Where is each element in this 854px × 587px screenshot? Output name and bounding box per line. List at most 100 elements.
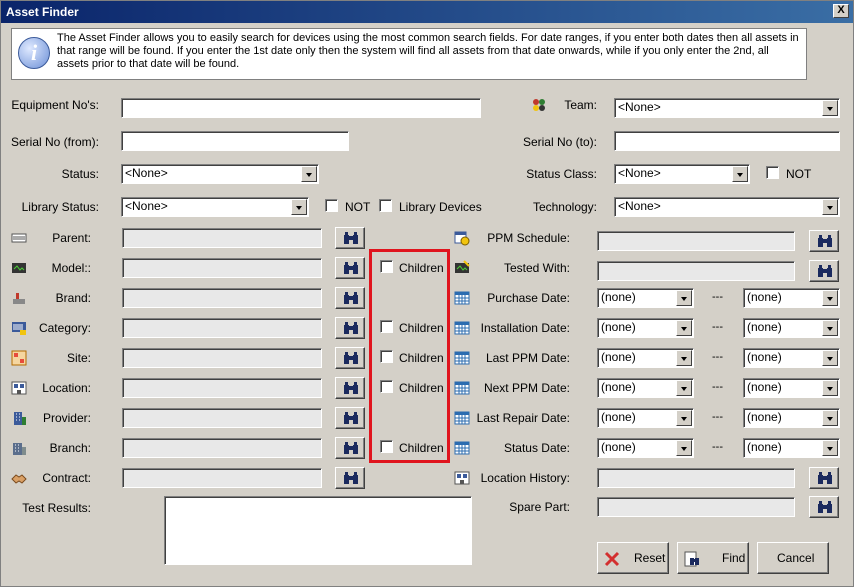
close-button[interactable]: X bbox=[833, 4, 849, 18]
red-x-icon bbox=[604, 551, 620, 567]
site-children-checkbox[interactable] bbox=[380, 350, 393, 363]
chevron-down-icon[interactable] bbox=[822, 350, 838, 366]
team-select[interactable]: <None> bbox=[614, 98, 840, 118]
location-history-icon bbox=[454, 471, 470, 485]
brand-icon bbox=[13, 293, 25, 304]
spare-part-input[interactable] bbox=[597, 497, 795, 517]
provider-icon bbox=[14, 412, 26, 425]
brand-input[interactable] bbox=[122, 288, 322, 308]
status-class-not-label: NOT bbox=[786, 167, 812, 181]
reset-button[interactable]: Reset bbox=[597, 542, 669, 574]
binoculars-icon bbox=[344, 322, 358, 334]
status-date-to[interactable]: (none) bbox=[743, 438, 840, 458]
status-date-from[interactable]: (none) bbox=[597, 438, 694, 458]
model-label: Model:: bbox=[51, 261, 91, 275]
branch-lookup-button[interactable] bbox=[335, 437, 365, 459]
contract-label: Contract: bbox=[42, 471, 91, 485]
chevron-down-icon[interactable] bbox=[822, 100, 838, 116]
contract-lookup-button[interactable] bbox=[335, 467, 365, 489]
purchase-date-from[interactable]: (none) bbox=[597, 288, 694, 308]
chevron-down-icon[interactable] bbox=[822, 440, 838, 456]
library-status-not-checkbox[interactable] bbox=[325, 199, 338, 212]
parent-input[interactable] bbox=[122, 228, 322, 248]
parent-icon bbox=[11, 233, 27, 243]
last-ppm-date-from[interactable]: (none) bbox=[597, 348, 694, 368]
chevron-down-icon[interactable] bbox=[301, 166, 317, 182]
location-children-checkbox[interactable] bbox=[380, 380, 393, 393]
equipment-nos-input[interactable] bbox=[121, 98, 481, 118]
brand-lookup-button[interactable] bbox=[335, 287, 365, 309]
info-icon: i bbox=[18, 37, 50, 69]
test-results-textarea[interactable] bbox=[164, 496, 472, 565]
chevron-down-icon[interactable] bbox=[676, 320, 692, 336]
tested-with-lookup-button[interactable] bbox=[809, 260, 839, 282]
site-lookup-button[interactable] bbox=[335, 347, 365, 369]
tested-with-icon bbox=[455, 260, 470, 273]
test-results-label: Test Results: bbox=[22, 501, 91, 515]
spare-part-lookup-button[interactable] bbox=[809, 496, 839, 518]
category-children-label: Children bbox=[399, 321, 444, 335]
installation-date-from[interactable]: (none) bbox=[597, 318, 694, 338]
provider-lookup-button[interactable] bbox=[335, 407, 365, 429]
model-input[interactable] bbox=[122, 258, 322, 278]
provider-input[interactable] bbox=[122, 408, 322, 428]
chevron-down-icon[interactable] bbox=[676, 350, 692, 366]
technology-select[interactable]: <None> bbox=[614, 197, 840, 217]
library-status-select[interactable]: <None> bbox=[121, 197, 309, 217]
library-devices-checkbox[interactable] bbox=[379, 199, 392, 212]
last-repair-date-to[interactable]: (none) bbox=[743, 408, 840, 428]
category-input[interactable] bbox=[122, 318, 322, 338]
model-lookup-button[interactable] bbox=[335, 257, 365, 279]
chevron-down-icon[interactable] bbox=[822, 290, 838, 306]
binoculars-icon bbox=[344, 232, 358, 244]
chevron-down-icon[interactable] bbox=[822, 199, 838, 215]
category-children-checkbox[interactable] bbox=[380, 320, 393, 333]
status-class-not-checkbox[interactable] bbox=[766, 166, 779, 179]
chevron-down-icon[interactable] bbox=[676, 410, 692, 426]
category-lookup-button[interactable] bbox=[335, 317, 365, 339]
ppm-schedule-input[interactable] bbox=[597, 231, 795, 251]
chevron-down-icon[interactable] bbox=[291, 199, 307, 215]
range-separator: --- bbox=[712, 411, 723, 423]
next-ppm-date-from[interactable]: (none) bbox=[597, 378, 694, 398]
last-ppm-date-to[interactable]: (none) bbox=[743, 348, 840, 368]
branch-input[interactable] bbox=[122, 438, 322, 458]
chevron-down-icon[interactable] bbox=[676, 290, 692, 306]
chevron-down-icon[interactable] bbox=[676, 440, 692, 456]
site-icon bbox=[11, 350, 27, 366]
team-label: Team: bbox=[564, 98, 597, 112]
last-repair-date-from[interactable]: (none) bbox=[597, 408, 694, 428]
library-status-not-label: NOT bbox=[345, 200, 371, 214]
branch-children-checkbox[interactable] bbox=[380, 440, 393, 453]
installation-date-to[interactable]: (none) bbox=[743, 318, 840, 338]
ppm-schedule-lookup-button[interactable] bbox=[809, 230, 839, 252]
branch-children-label: Children bbox=[399, 441, 444, 455]
location-input[interactable] bbox=[122, 378, 322, 398]
location-history-input[interactable] bbox=[597, 468, 795, 488]
model-children-checkbox[interactable] bbox=[380, 260, 393, 273]
find-button[interactable]: Find bbox=[677, 542, 749, 574]
status-select[interactable]: <None> bbox=[121, 164, 319, 184]
location-icon bbox=[11, 381, 27, 395]
serial-to-input[interactable] bbox=[614, 131, 840, 151]
contract-input[interactable] bbox=[122, 468, 322, 488]
chevron-down-icon[interactable] bbox=[822, 380, 838, 396]
chevron-down-icon[interactable] bbox=[732, 166, 748, 182]
location-history-lookup-button[interactable] bbox=[809, 467, 839, 489]
status-class-select[interactable]: <None> bbox=[614, 164, 750, 184]
status-class-label: Status Class: bbox=[526, 167, 597, 181]
purchase-date-to[interactable]: (none) bbox=[743, 288, 840, 308]
range-separator: --- bbox=[712, 351, 723, 363]
serial-from-input[interactable] bbox=[121, 131, 349, 151]
location-lookup-button[interactable] bbox=[335, 377, 365, 399]
chevron-down-icon[interactable] bbox=[822, 410, 838, 426]
site-input[interactable] bbox=[122, 348, 322, 368]
tested-with-input[interactable] bbox=[597, 261, 795, 281]
next-ppm-date-to[interactable]: (none) bbox=[743, 378, 840, 398]
cancel-button[interactable]: Cancel bbox=[757, 542, 829, 574]
serial-from-label: Serial No (from): bbox=[10, 135, 99, 149]
chevron-down-icon[interactable] bbox=[676, 380, 692, 396]
chevron-down-icon[interactable] bbox=[822, 320, 838, 336]
parent-lookup-button[interactable] bbox=[335, 227, 365, 249]
model-icon bbox=[12, 263, 26, 273]
